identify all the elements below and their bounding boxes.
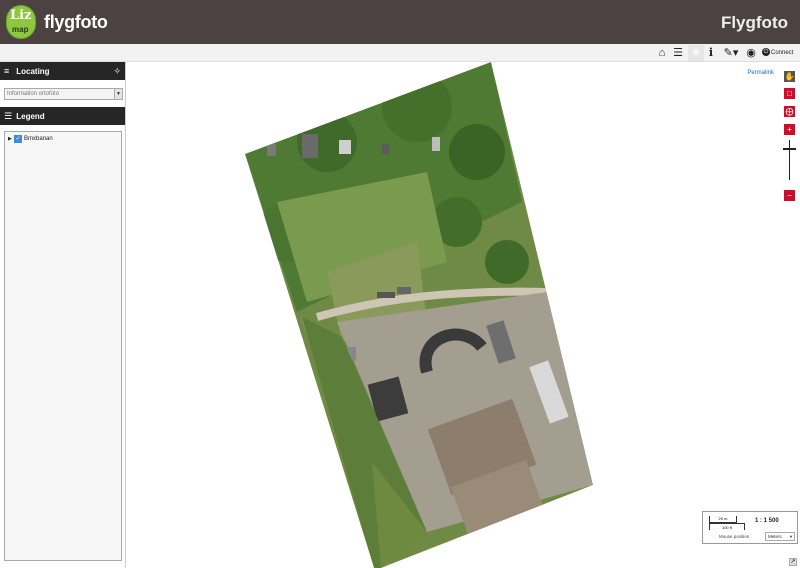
units-select[interactable]: Meters ▼ xyxy=(765,532,795,541)
zoom-slider[interactable] xyxy=(789,140,790,180)
main-toolbar: ⌂ ☰ ✵ i ✎▾ ◉ ⏻ Connect xyxy=(0,44,800,62)
zoom-to-extent-icon[interactable]: ⨁ xyxy=(784,106,795,117)
draw-icon[interactable]: ✎▾ xyxy=(722,45,740,61)
locate-tool-icon[interactable]: ✧ xyxy=(113,62,121,80)
chevron-down-icon: ▼ xyxy=(114,89,122,99)
locating-select[interactable]: Information ortofoto ▼ xyxy=(4,88,123,100)
connect-label: Connect xyxy=(771,50,794,56)
power-icon: ⏻ xyxy=(762,48,770,57)
map-canvas[interactable]: Permalink ✋ □ ⨁ + − 20 m 100 ft 1 : 1 50… xyxy=(127,62,800,568)
project-title: Flygfoto xyxy=(720,13,788,32)
legend-item-label: Bmxbanan xyxy=(24,136,53,142)
zoom-out-button[interactable]: − xyxy=(784,190,795,201)
home-icon[interactable]: ⌂ xyxy=(656,45,668,61)
locating-panel-header[interactable]: ≡ Locating ✧ xyxy=(0,62,125,80)
locating-select-value: Information ortofoto xyxy=(7,91,60,97)
list-icon: ☰ xyxy=(4,111,13,121)
locating-title: Locating xyxy=(16,67,50,76)
legend-item-bmxbanan[interactable]: ▶ ✓ Bmxbanan xyxy=(8,135,53,143)
lizmap-logo[interactable]: Liz map xyxy=(6,5,36,39)
legend-title: Legend xyxy=(16,112,45,121)
scale-bar-imperial: 100 ft xyxy=(709,523,745,530)
info-icon[interactable]: i xyxy=(706,45,716,61)
orthophoto-image xyxy=(245,62,593,568)
legend-tree: ▶ ✓ Bmxbanan xyxy=(4,131,122,561)
zoom-slider-handle[interactable] xyxy=(783,148,796,150)
app-header: Liz map flygfoto Flygfoto xyxy=(0,0,800,44)
connect-button[interactable]: ⏻ Connect xyxy=(762,45,798,61)
chevron-down-icon: ▼ xyxy=(789,534,793,539)
logo-text-top: Liz xyxy=(10,8,32,23)
permalink-link[interactable]: Permalink xyxy=(747,70,774,76)
zoom-in-button[interactable]: + xyxy=(784,124,795,135)
logo-text-bottom: map xyxy=(12,25,29,34)
layers-icon[interactable]: ✵ xyxy=(688,45,704,61)
list-icon[interactable]: ☰ xyxy=(672,45,684,61)
overview-toggle-icon[interactable]: ↗ xyxy=(789,558,797,566)
app-title: flygfoto xyxy=(44,12,108,32)
geolocation-icon[interactable]: ◉ xyxy=(745,45,757,61)
scale-bar-metric: 20 m xyxy=(709,516,737,523)
layer-checkbox[interactable]: ✓ xyxy=(14,135,22,143)
sidebar: ≡ Locating ✧ Information ortofoto ▼ ☰ Le… xyxy=(0,62,126,568)
legend-panel-header[interactable]: ☰ Legend xyxy=(0,107,125,125)
mouse-position-label: Mouse position xyxy=(719,534,750,539)
pan-hand-icon[interactable]: ✋ xyxy=(784,71,795,82)
scale-panel: 20 m 100 ft 1 : 1 500 Mouse position Met… xyxy=(702,511,798,544)
scale-ratio: 1 : 1 500 xyxy=(755,518,779,524)
units-select-value: Meters xyxy=(768,534,782,539)
signpost-icon: ≡ xyxy=(4,66,10,76)
zoom-box-icon[interactable]: □ xyxy=(784,88,795,99)
